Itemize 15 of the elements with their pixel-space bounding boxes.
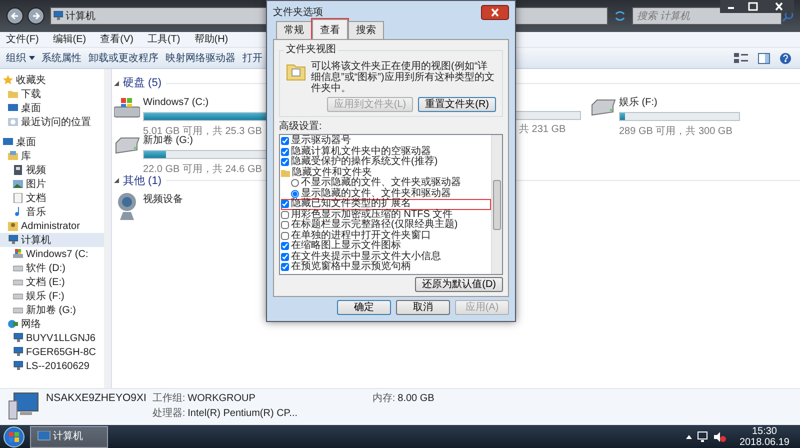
drive-space-text: 共 231 GB (519, 122, 566, 137)
detail-value: Intel(R) Pentium(R) CP... (188, 407, 298, 421)
detail-label: 内存: (372, 392, 396, 406)
section-label: 高级设置: (279, 120, 322, 134)
drive-space-text: 289 GB 可用，共 300 GB (619, 124, 732, 138)
detail-value: 8.00 GB (398, 392, 434, 406)
folder-view-description: 可以将该文件夹正在使用的视图(例如“详细信息”或“图标”)应用到所有这种类型的文件夹中。 (311, 61, 496, 94)
detail-value: WORKGROUP (188, 392, 256, 406)
drive-name: 视频设备 (143, 192, 183, 207)
dialog-title: 文件夹选项 (273, 6, 323, 20)
detail-label: 处理器: (152, 406, 186, 421)
detail-label: 工作组: (152, 392, 186, 406)
computer-name: NSAKXE9ZHEYO9XI (46, 391, 146, 406)
group-title: 文件夹视图 (284, 44, 338, 56)
drive-space-text: 22.0 GB 可用，共 24.6 GB (143, 162, 262, 175)
